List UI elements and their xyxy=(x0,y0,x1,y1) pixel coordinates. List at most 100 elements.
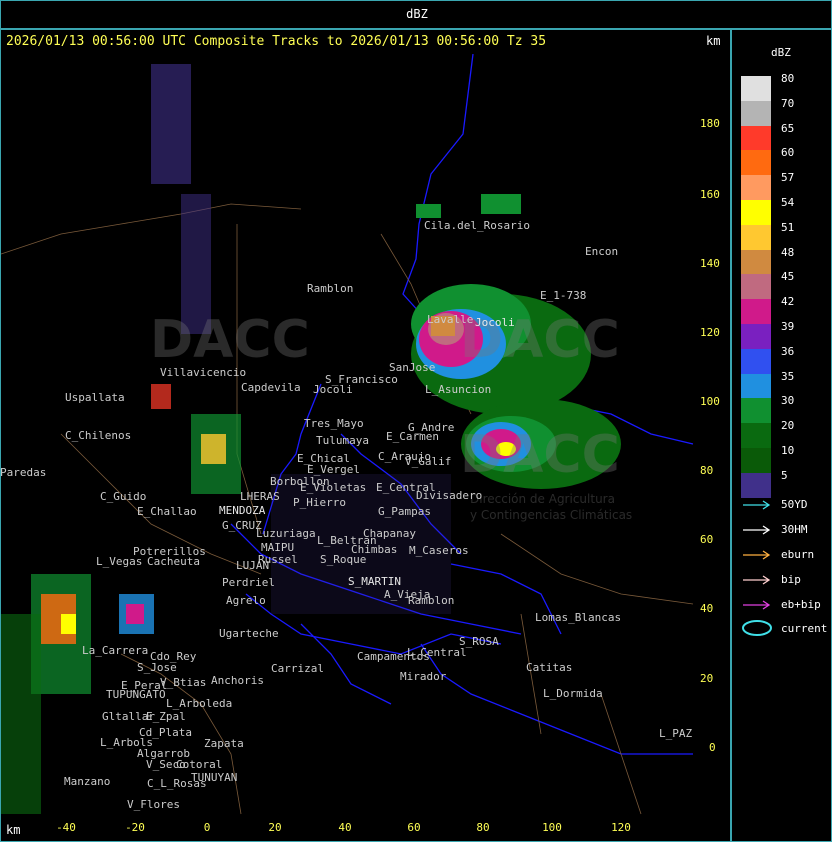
track-arrow-icon xyxy=(743,575,771,585)
x-tick: 60 xyxy=(407,821,421,834)
place-label: L_Dormida xyxy=(543,687,603,700)
place-label: Ugarteche xyxy=(219,627,279,640)
x-tick: 80 xyxy=(476,821,490,834)
watermark-line1: Dirección de Agricultura xyxy=(470,492,615,506)
scale-swatch xyxy=(741,472,771,498)
scale-swatch xyxy=(741,224,771,250)
place-label: La_Carrera xyxy=(82,644,149,657)
place-label: V_Galif xyxy=(405,455,452,468)
scale-swatch xyxy=(741,150,771,176)
place-label: Perdriel xyxy=(222,576,275,589)
scale-label: 60 xyxy=(781,146,795,160)
place-label: L_Arboleda xyxy=(166,697,233,710)
place-label: Cila.del_Rosario xyxy=(424,219,530,232)
place-label: Uspallata xyxy=(65,391,125,404)
place-label: Villavicencio xyxy=(160,366,247,379)
scale-label: 42 xyxy=(781,295,795,309)
track-label: eburn xyxy=(781,548,815,561)
scale-label: 45 xyxy=(781,270,795,284)
scale-swatch xyxy=(741,274,771,300)
scale-swatch xyxy=(741,76,771,101)
track-arrow-icon xyxy=(743,500,771,510)
place-label: Agrelo xyxy=(226,594,266,607)
place-label: Jocoli xyxy=(313,383,353,396)
place-label: S_Jose xyxy=(137,661,177,674)
scale-label: 20 xyxy=(781,419,795,433)
place-label: Ramblon xyxy=(408,594,455,607)
place-label: Carrizal xyxy=(271,662,324,675)
place-label: E_Challao xyxy=(137,505,197,518)
place-label: S_Roque xyxy=(320,553,367,566)
y-tick: 140 xyxy=(700,257,720,270)
x-tick: -40 xyxy=(56,821,76,834)
road-line xyxy=(520,613,542,735)
track-arrow-icon xyxy=(743,600,771,610)
place-label: L_Central xyxy=(407,646,467,659)
x-tick: 0 xyxy=(203,821,211,834)
current-ellipse-icon xyxy=(742,620,772,636)
scale-swatch xyxy=(741,324,771,349)
watermark-brand: DACC xyxy=(150,310,310,370)
place-label: Jocoli xyxy=(475,316,515,329)
place-label: Lavalle xyxy=(427,313,474,326)
scale-swatch xyxy=(741,299,771,325)
place-label: Cotoral xyxy=(176,758,223,771)
place-label: S_MARTIN xyxy=(348,575,401,588)
place-label: Manzano xyxy=(64,775,111,788)
place-label: Zapata xyxy=(204,737,244,750)
place-label: MENDOZA xyxy=(219,504,266,517)
road-line xyxy=(500,533,694,605)
scale-swatch xyxy=(741,200,771,225)
place-label: Cacheuta xyxy=(147,555,200,568)
scale-swatch xyxy=(741,423,771,449)
scale-label: 51 xyxy=(781,220,795,234)
scale-label: 36 xyxy=(781,344,795,358)
place-label: LUJAN xyxy=(236,559,270,572)
scale-swatch xyxy=(741,100,771,126)
place-label: E_Carmen xyxy=(386,430,439,443)
place-label: C_Guido xyxy=(100,490,147,503)
y-tick: 80 xyxy=(700,464,714,477)
header-bar: dBZ xyxy=(0,0,832,29)
track-arrow-icon xyxy=(743,550,771,560)
km-unit-top: km xyxy=(706,34,721,48)
y-tick: 0 xyxy=(709,741,716,754)
track-label: eb+bip xyxy=(781,598,821,611)
watermark-line2: y Contingencias Climáticas xyxy=(470,508,633,522)
x-tick: 120 xyxy=(611,821,631,834)
track-arrow-icon xyxy=(743,525,771,535)
place-label: Catitas xyxy=(526,661,573,674)
scale-swatch xyxy=(741,448,771,473)
place-label: Tulumaya xyxy=(316,434,369,447)
scale-label: 30 xyxy=(781,394,795,408)
place-label: SanJose xyxy=(389,361,436,374)
current-label: current xyxy=(781,622,828,635)
scale-label: 5 xyxy=(781,468,788,482)
y-tick: 120 xyxy=(700,326,720,339)
y-tick: 60 xyxy=(700,533,714,546)
place-label: Divisadero xyxy=(416,489,483,502)
place-label: E_Violetas xyxy=(300,481,367,494)
header-label: dBZ xyxy=(406,7,428,21)
place-label: C_Chilenos xyxy=(65,429,132,442)
place-label: Anchoris xyxy=(211,674,264,687)
place-label: Mirador xyxy=(400,670,447,683)
scale-swatch xyxy=(741,373,771,399)
y-tick: 180 xyxy=(700,117,720,130)
scale-label: 10 xyxy=(781,444,795,457)
place-label: C_L_Rosas xyxy=(147,777,207,790)
place-label: E_1-738 xyxy=(540,289,587,302)
place-label: V_Flores xyxy=(127,798,180,811)
scale-swatch xyxy=(741,348,771,374)
track-label: 50YD xyxy=(781,498,808,511)
place-label: Lomas_Blancas xyxy=(535,611,622,624)
place-label: L_PAZ xyxy=(659,727,693,740)
place-label: E_Zpal xyxy=(146,710,186,723)
current-ellipse xyxy=(742,620,772,636)
scale-label: 35 xyxy=(781,369,795,383)
x-tick: 40 xyxy=(338,821,352,834)
y-tick: 100 xyxy=(700,395,720,408)
scale-swatch xyxy=(741,125,771,151)
track-label: bip xyxy=(781,573,801,586)
x-tick: 100 xyxy=(542,821,562,834)
